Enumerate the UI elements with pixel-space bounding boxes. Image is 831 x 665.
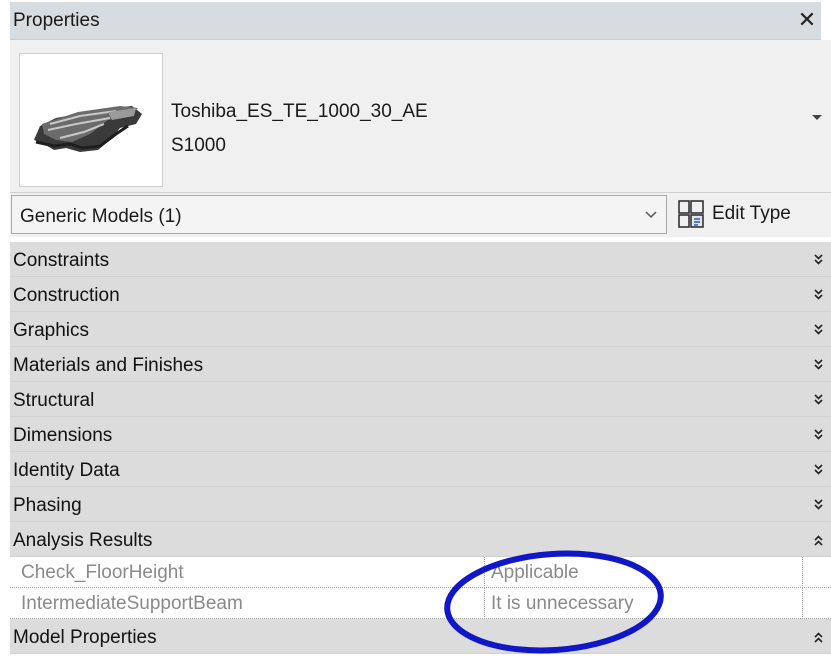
property-value: Applicable [488, 557, 803, 588]
type-selector[interactable]: Toshiba_ES_TE_1000_30_AE S1000 [10, 40, 831, 193]
property-name: IntermediateSupportBeam [10, 588, 485, 619]
group-label: Constraints [13, 250, 110, 271]
group-graphics[interactable]: Graphics [10, 312, 831, 347]
group-label: Identity Data [13, 460, 120, 481]
expand-chevron-icon [814, 324, 823, 335]
property-row-intermediatesupportbeam: IntermediateSupportBeam It is unnecessar… [10, 588, 831, 619]
group-label: Model Properties [13, 627, 157, 648]
group-label: Dimensions [13, 425, 113, 446]
property-name: Check_FloorHeight [10, 557, 485, 588]
group-model-properties[interactable]: Model Properties [10, 619, 831, 654]
group-label: Graphics [13, 320, 90, 341]
expand-chevron-icon [814, 359, 823, 370]
expand-chevron-icon [814, 464, 823, 475]
group-structural[interactable]: Structural [10, 382, 831, 417]
properties-palette: Properties ✕ Toshiba_ES_TE_1000_30_AE S1… [0, 0, 831, 665]
expand-chevron-icon [814, 289, 823, 300]
expand-chevron-icon [814, 499, 823, 510]
group-materials-and-finishes[interactable]: Materials and Finishes [10, 347, 831, 382]
type-family-name: Toshiba_ES_TE_1000_30_AE [171, 101, 428, 122]
dropdown-arrow-icon[interactable] [809, 109, 825, 125]
group-identity-data[interactable]: Identity Data [10, 452, 831, 487]
expand-chevron-icon [814, 254, 823, 265]
collapse-chevron-icon [814, 632, 823, 643]
instance-filter-dropdown[interactable]: Generic Models (1) [11, 195, 667, 234]
group-label: Materials and Finishes [13, 355, 204, 376]
expand-chevron-icon [814, 429, 823, 440]
palette-title: Properties [13, 10, 100, 31]
property-row-check-floorheight: Check_FloorHeight Applicable [10, 557, 831, 588]
close-icon[interactable]: ✕ [795, 7, 819, 33]
edit-type-label: Edit Type [712, 203, 791, 224]
type-thumbnail [19, 53, 163, 187]
edit-type-icon [678, 200, 704, 228]
property-value: It is unnecessary [488, 588, 803, 619]
group-constraints[interactable]: Constraints [10, 242, 831, 277]
properties-title-bar[interactable]: Properties ✕ [10, 2, 821, 40]
group-label: Construction [13, 285, 120, 306]
instance-filter-value: Generic Models (1) [20, 206, 182, 227]
group-analysis-results[interactable]: Analysis Results [10, 522, 831, 557]
collapse-chevron-icon [814, 535, 823, 546]
group-phasing[interactable]: Phasing [10, 487, 831, 522]
group-dimensions[interactable]: Dimensions [10, 417, 831, 452]
instance-selector-row: Generic Models (1) Edit Type [10, 193, 831, 237]
group-construction[interactable]: Construction [10, 277, 831, 312]
escalator-thumbnail-icon [34, 106, 142, 152]
property-groups: Constraints Construction Graphics Materi… [10, 242, 831, 654]
group-label: Structural [13, 390, 95, 411]
edit-type-button[interactable]: Edit Type [672, 196, 824, 232]
chevron-down-icon [645, 211, 657, 219]
expand-chevron-icon [814, 394, 823, 405]
type-name: S1000 [171, 135, 226, 156]
group-label: Phasing [13, 495, 82, 516]
group-label: Analysis Results [13, 530, 153, 551]
